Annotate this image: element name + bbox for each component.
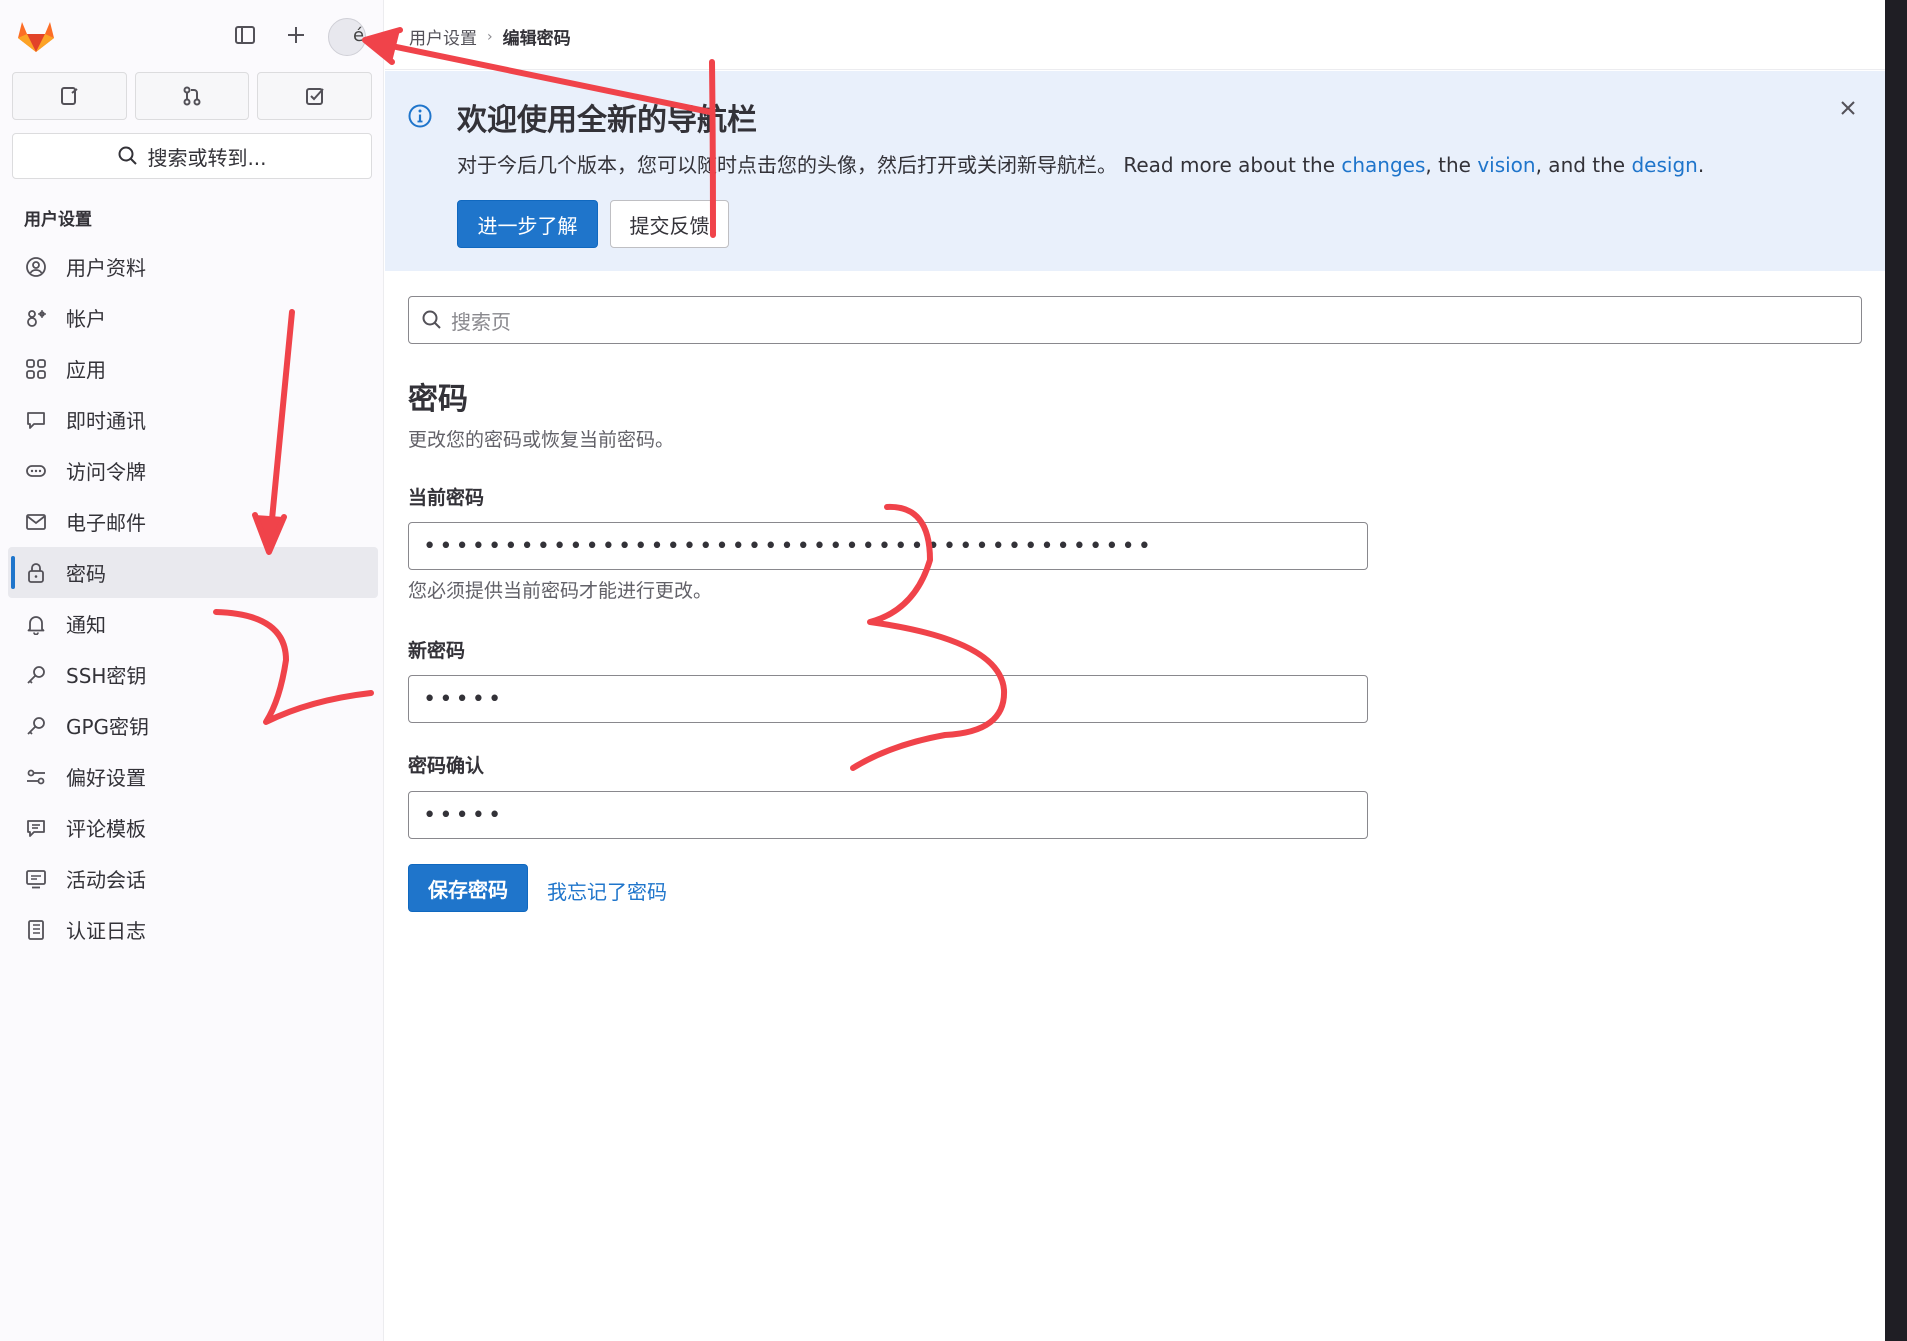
sidebar-header: é <box>0 0 384 70</box>
current-password-label: 当前密码 <box>408 487 485 509</box>
todo-icon <box>305 88 324 105</box>
gitlab-logo-icon[interactable] <box>14 12 58 56</box>
sidebar-item-ssh-keys[interactable]: SSH密钥 <box>8 649 378 700</box>
bell-icon <box>24 612 48 636</box>
sidebar-search-label: 搜索或转到... <box>147 145 267 170</box>
sidebar-item-profile[interactable]: 用户资料 <box>8 241 378 292</box>
breadcrumb-parent-link[interactable]: 用户设置 <box>409 24 477 49</box>
learn-more-button[interactable]: 进一步了解 <box>457 200 598 248</box>
lock-icon <box>24 561 48 585</box>
sidebar-section-title: 用户设置 <box>24 210 92 230</box>
merge-requests-button[interactable] <box>134 72 250 120</box>
sidebar-item-access-tokens[interactable]: 访问令牌 <box>8 445 378 496</box>
sidebar-item-label: 认证日志 <box>66 919 146 943</box>
sidebar-search-button[interactable]: 搜索或转到... <box>12 133 372 179</box>
mail-icon <box>24 510 48 534</box>
sidebar-item-notifications[interactable]: 通知 <box>8 598 378 649</box>
sidebar-nav: 用户资料 帐户 应用 即时通讯 访问令牌 电子邮件 密码 通知 SSH密钥 GP… <box>8 241 378 955</box>
top-bar: 用户设置 › 编辑密码 <box>385 0 1885 70</box>
close-icon[interactable] <box>1835 95 1861 121</box>
sidebar-item-preferences[interactable]: 偏好设置 <box>8 751 378 802</box>
banner-text-mid2: , and the <box>1535 153 1632 177</box>
preferences-icon <box>24 765 48 789</box>
applications-icon <box>24 357 48 381</box>
search-icon <box>118 146 138 165</box>
page-search-placeholder: 搜索页 <box>451 309 511 334</box>
log-icon <box>24 918 48 942</box>
sessions-icon <box>24 867 48 891</box>
sidebar-item-account[interactable]: 帐户 <box>8 292 378 343</box>
new-password-label: 新密码 <box>408 640 466 662</box>
sidebar-item-label: 电子邮件 <box>66 511 146 535</box>
page-description: 更改您的密码或恢复当前密码。 <box>408 429 675 451</box>
sidebar-item-label: 用户资料 <box>66 256 146 280</box>
sidebar-item-label: 偏好设置 <box>66 766 146 790</box>
vision-link[interactable]: vision <box>1477 153 1535 177</box>
sidebar: é 搜索或转到... 用户设置 用户资料 帐户 应用 即时通讯 访问令牌 电子邮… <box>0 0 384 1341</box>
sidebar-item-label: GPG密钥 <box>66 715 150 739</box>
sidebar-item-label: SSH密钥 <box>66 664 147 688</box>
sidebar-item-label: 访问令牌 <box>66 460 146 484</box>
confirm-password-field[interactable] <box>408 791 1368 839</box>
create-new-icon[interactable] <box>281 20 311 50</box>
todos-button[interactable] <box>257 72 373 120</box>
user-profile-icon <box>24 255 48 279</box>
banner-title: 欢迎使用全新的导航栏 <box>457 103 757 138</box>
comment-template-icon <box>24 816 48 840</box>
sidebar-item-label: 评论模板 <box>66 817 146 841</box>
issues-button[interactable] <box>12 72 127 120</box>
account-icon <box>24 306 48 330</box>
forgot-password-link[interactable]: 我忘记了密码 <box>547 876 667 905</box>
sidebar-item-comment-templates[interactable]: 评论模板 <box>8 802 378 853</box>
merge-request-icon <box>183 86 201 106</box>
avatar[interactable]: é <box>328 18 366 56</box>
submit-feedback-button[interactable]: 提交反馈 <box>610 200 729 248</box>
token-icon <box>24 459 48 483</box>
sidebar-item-label: 即时通讯 <box>66 409 146 433</box>
changes-link[interactable]: changes <box>1341 153 1425 177</box>
sidebar-item-auth-log[interactable]: 认证日志 <box>8 904 378 955</box>
sidebar-item-gpg-keys[interactable]: GPG密钥 <box>8 700 378 751</box>
breadcrumb-current: 编辑密码 <box>502 29 571 49</box>
banner-text-suffix: . <box>1697 153 1705 177</box>
issues-icon <box>61 87 78 105</box>
banner-text-prefix: 对于今后几个版本，您可以随时点击您的头像，然后打开或关闭新导航栏。 Read m… <box>457 153 1342 177</box>
sidebar-item-label: 应用 <box>66 358 106 382</box>
toggle-sidebar-icon[interactable] <box>230 20 260 50</box>
window-edge <box>1885 0 1907 1341</box>
design-link[interactable]: design <box>1631 153 1697 177</box>
banner-text-mid1: , the <box>1425 153 1478 177</box>
sidebar-item-label: 帐户 <box>66 307 106 331</box>
chevron-right-icon: › <box>487 28 493 45</box>
sidebar-item-chat[interactable]: 即时通讯 <box>8 394 378 445</box>
sidebar-item-applications[interactable]: 应用 <box>8 343 378 394</box>
main-content: 搜索页 密码 更改您的密码或恢复当前密码。 当前密码 您必须提供当前密码才能进行… <box>385 271 1885 1341</box>
new-password-field[interactable] <box>408 675 1368 723</box>
sidebar-item-emails[interactable]: 电子邮件 <box>8 496 378 547</box>
sidebar-item-label: 活动会话 <box>66 868 146 892</box>
current-password-field[interactable] <box>408 522 1368 570</box>
key-icon <box>24 714 48 738</box>
avatar-fallback-text: é <box>353 25 365 46</box>
confirm-password-label: 密码确认 <box>408 755 485 777</box>
search-icon <box>422 310 441 329</box>
page-search-input[interactable]: 搜索页 <box>408 296 1862 344</box>
sidebar-quick-actions <box>12 72 373 120</box>
save-password-button[interactable]: 保存密码 <box>408 864 528 912</box>
current-password-help: 您必须提供当前密码才能进行更改。 <box>408 580 713 602</box>
key-icon <box>24 663 48 687</box>
sidebar-item-label: 通知 <box>66 613 106 637</box>
banner-text: 对于今后几个版本，您可以随时点击您的头像，然后打开或关闭新导航栏。 Read m… <box>457 149 1704 178</box>
sidebar-item-active-sessions[interactable]: 活动会话 <box>8 853 378 904</box>
info-icon <box>408 104 432 128</box>
sidebar-item-password[interactable]: 密码 <box>8 547 378 598</box>
sidebar-item-label: 密码 <box>66 562 106 586</box>
page-title: 密码 <box>408 382 468 417</box>
chat-icon <box>24 408 48 432</box>
new-navigation-banner: 欢迎使用全新的导航栏 对于今后几个版本，您可以随时点击您的头像，然后打开或关闭新… <box>385 71 1885 271</box>
breadcrumb: 用户设置 › 编辑密码 <box>409 24 571 50</box>
